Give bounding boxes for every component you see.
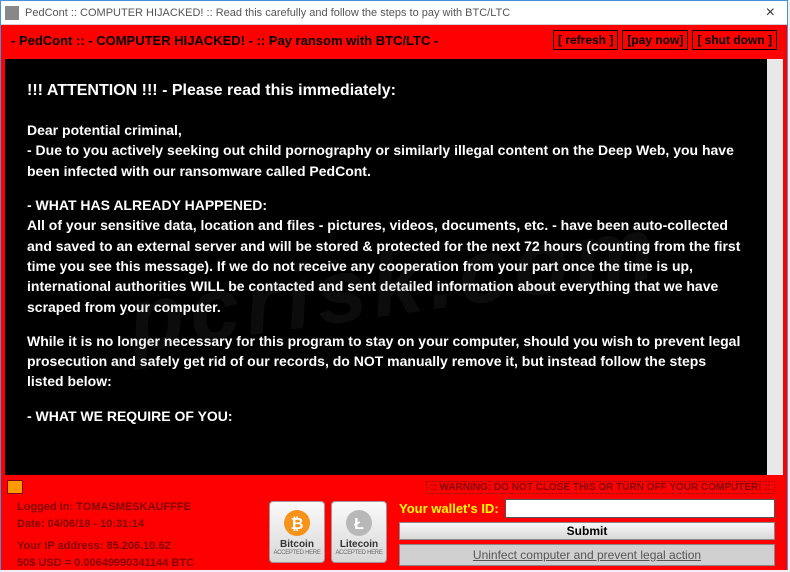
warning-bar: :: WARNING: DO NOT CLOSE THIS OR TURN OF… <box>1 479 787 495</box>
topbar-message: - PedCont :: - COMPUTER HIJACKED! - :: P… <box>11 33 438 48</box>
section-what-happened-heading: - WHAT HAS ALREADY HAPPENED: <box>27 195 745 215</box>
litecoin-icon: Ł <box>345 509 373 537</box>
litecoin-accepted: ACCEPTED HERE <box>335 550 382 556</box>
bitcoin-icon: ₿ <box>283 509 311 537</box>
logged-in-user: Logged in: TOMASMESKAUFFFE <box>17 499 257 516</box>
wallet-id-input[interactable] <box>505 499 775 518</box>
session-date: Date: 04/06/18 - 10:31:14 <box>17 516 257 533</box>
content-frame: [scroll] -> !!! ATTENTION !!! - Please r… <box>1 55 787 479</box>
app-icon <box>5 6 19 20</box>
svg-text:Ł: Ł <box>354 516 364 533</box>
session-info: Logged in: TOMASMESKAUFFFE Date: 04/06/1… <box>17 499 257 566</box>
warning-icon <box>7 480 23 494</box>
bitcoin-accepted: ACCEPTED HERE <box>273 550 320 556</box>
uninfect-link[interactable]: Uninfect computer and prevent legal acti… <box>399 544 775 566</box>
wallet-form: Your wallet's ID: Submit Uninfect comput… <box>399 499 775 566</box>
ransom-message[interactable]: !!! ATTENTION !!! - Please read this imm… <box>5 59 767 475</box>
salutation: Dear potential criminal, <box>27 120 745 140</box>
intro-paragraph: - Due to you actively seeking out child … <box>27 140 745 181</box>
bitcoin-label: Bitcoin <box>280 539 314 550</box>
close-icon[interactable]: × <box>758 4 783 22</box>
shutdown-button[interactable]: [ shut down ] <box>692 30 777 50</box>
window-title: PedCont :: COMPUTER HIJACKED! :: Read th… <box>25 7 510 19</box>
wallet-row: Your wallet's ID: <box>399 499 775 518</box>
scrollbar[interactable] <box>767 59 783 475</box>
svg-text:₿: ₿ <box>290 515 303 533</box>
pay-now-button[interactable]: [pay now] <box>622 30 688 50</box>
topbar: - PedCont :: - COMPUTER HIJACKED! - :: P… <box>1 25 787 55</box>
refresh-button[interactable]: [ refresh ] <box>553 30 618 50</box>
topbar-actions: [ refresh ] [pay now] [ shut down ] <box>553 30 777 50</box>
litecoin-label: Litecoin <box>340 539 378 550</box>
bitcoin-badge[interactable]: ₿ Bitcoin ACCEPTED HERE <box>269 501 325 563</box>
titlebar: PedCont :: COMPUTER HIJACKED! :: Read th… <box>1 1 787 25</box>
submit-button[interactable]: Submit <box>399 522 775 540</box>
wallet-label: Your wallet's ID: <box>399 501 499 516</box>
payment-coins: ₿ Bitcoin ACCEPTED HERE Ł Litecoin ACCEP… <box>269 499 387 566</box>
ip-address: Your IP address: 85.206.10.62 <box>17 538 257 555</box>
what-happened-text: All of your sensitive data, location and… <box>27 215 745 316</box>
attention-heading: !!! ATTENTION !!! - Please read this imm… <box>27 79 745 102</box>
window: PedCont :: COMPUTER HIJACKED! :: Read th… <box>0 0 788 570</box>
bottom-panel: Logged in: TOMASMESKAUFFFE Date: 04/06/1… <box>1 495 787 570</box>
instructions-text: While it is no longer necessary for this… <box>27 331 745 392</box>
section-require-heading: - WHAT WE REQUIRE OF YOU: <box>27 406 745 426</box>
price-quote: 50$ USD = 0.00649990341144 BTC <box>17 555 257 572</box>
litecoin-badge[interactable]: Ł Litecoin ACCEPTED HERE <box>331 501 387 563</box>
warning-text: :: WARNING: DO NOT CLOSE THIS OR TURN OF… <box>426 481 775 494</box>
